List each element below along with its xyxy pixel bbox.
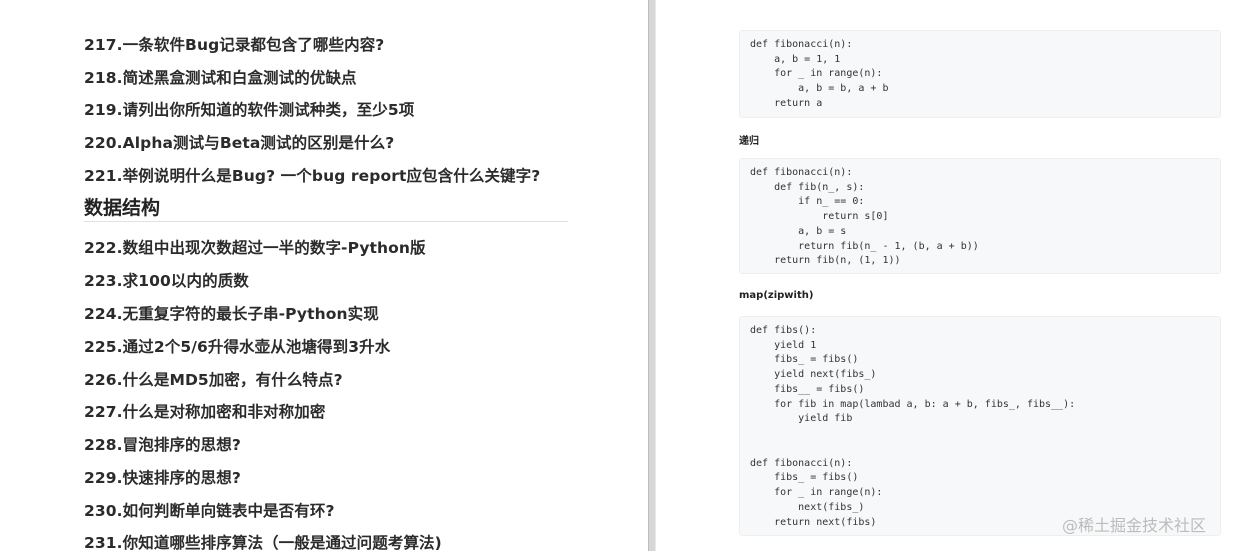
code-block-recursive: def fibonacci(n): def fib(n_, s): if n_ … [739, 158, 1221, 274]
code-line: return fib(n_ - 1, (b, a + b)) [750, 241, 979, 252]
code-block-iterative: def fibonacci(n): a, b = 1, 1 for _ in r… [739, 30, 1221, 118]
question-227[interactable]: 227.什么是对称加密和非对称加密 [84, 400, 325, 422]
section-heading-data-structures: 数据结构 [84, 197, 161, 219]
code-line: fibs_ = fibs() [750, 354, 859, 365]
question-228[interactable]: 228.冒泡排序的思想? [84, 433, 241, 455]
code-line: return fib(n, (1, 1)) [750, 255, 901, 266]
question-222[interactable]: 222.数组中出现次数超过一半的数字-Python版 [84, 236, 426, 258]
code-line: def fib(n_, s): [750, 182, 865, 193]
question-224[interactable]: 224.无重复字符的最长子串-Python实现 [84, 302, 379, 324]
watermark: @稀土掘金技术社区 [1062, 516, 1207, 535]
code-line: a, b = b, a + b [750, 83, 889, 94]
code-line: def fibonacci(n): [750, 458, 853, 469]
code-line: next(fibs_) [750, 502, 865, 513]
question-231[interactable]: 231.你知道哪些排序算法（一般是通过问题考算法) [84, 531, 442, 553]
question-221[interactable]: 221.举例说明什么是Bug? 一个bug report应包含什么关键字? [84, 164, 540, 186]
code-line: yield 1 [750, 340, 817, 351]
code-line: return a [750, 98, 823, 109]
code-line: for _ in range(n): [750, 68, 883, 79]
code-line: return s[0] [750, 211, 889, 222]
label-recursion: 递归 [739, 136, 759, 147]
code-line: def fibs(): [750, 325, 817, 336]
code-line: yield fib [750, 413, 853, 424]
code-line: for fib in map(lambad a, b: a + b, fibs_… [750, 399, 1076, 410]
left-document-panel: 217.一条软件Bug记录都包含了哪些内容? 218.简述黑盒测试和白盒测试的优… [0, 0, 648, 553]
question-226[interactable]: 226.什么是MD5加密，有什么特点? [84, 368, 343, 390]
code-line: yield next(fibs_) [750, 369, 877, 380]
question-220[interactable]: 220.Alpha测试与Beta测试的区别是什么? [84, 131, 394, 153]
question-225[interactable]: 225.通过2个5/6升得水壶从池塘得到3升水 [84, 335, 390, 357]
question-218[interactable]: 218.简述黑盒测试和白盒测试的优缺点 [84, 66, 357, 88]
question-217[interactable]: 217.一条软件Bug记录都包含了哪些内容? [84, 33, 384, 55]
code-line: fibs_ = fibs() [750, 472, 859, 483]
panel-divider[interactable] [648, 0, 656, 551]
label-map-zipwith: map(zipwith) [739, 290, 814, 301]
question-223[interactable]: 223.求100以内的质数 [84, 269, 249, 291]
section-divider [84, 221, 568, 222]
code-line: a, b = 1, 1 [750, 54, 841, 65]
code-line: fibs__ = fibs() [750, 384, 865, 395]
code-block-map-zipwith: def fibs(): yield 1 fibs_ = fibs() yield… [739, 316, 1221, 536]
question-230[interactable]: 230.如何判断单向链表中是否有环? [84, 499, 335, 521]
code-line: def fibonacci(n): [750, 39, 853, 50]
code-line: for _ in range(n): [750, 487, 883, 498]
question-229[interactable]: 229.快速排序的思想? [84, 466, 241, 488]
code-line: return next(fibs) [750, 517, 877, 528]
code-line: if n_ == 0: [750, 196, 865, 207]
code-line: def fibonacci(n): [750, 167, 853, 178]
code-line: a, b = s [750, 226, 847, 237]
question-219[interactable]: 219.请列出你所知道的软件测试种类，至少5项 [84, 98, 414, 120]
